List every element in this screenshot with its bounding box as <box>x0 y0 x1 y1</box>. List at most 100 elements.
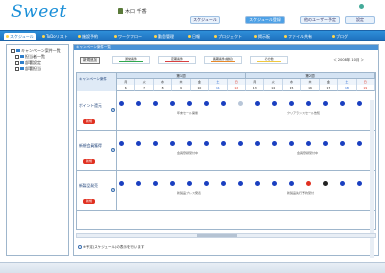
nav-dot-icon <box>114 35 117 38</box>
nav-board[interactable]: 掲示板 <box>252 33 272 40</box>
row-label: ポイント還元 新規 ? <box>77 91 117 130</box>
info-icon[interactable]: ? <box>111 108 115 112</box>
row-name: 新規会員獲得 <box>79 143 102 148</box>
schedule-chip[interactable] <box>221 181 226 186</box>
nav-facility[interactable]: 施設予約 <box>76 33 100 40</box>
schedule-chip[interactable] <box>272 181 277 186</box>
schedule-chip[interactable] <box>340 101 345 106</box>
schedule-chip[interactable] <box>255 141 260 146</box>
nav-dot-icon <box>6 35 9 38</box>
header-tools <box>359 4 379 12</box>
nav-files[interactable]: ファイル共有 <box>282 33 314 40</box>
schedule-chip[interactable] <box>238 181 243 186</box>
schedule-chip[interactable] <box>153 181 158 186</box>
nav-report[interactable]: 日報 <box>186 33 202 40</box>
event-text: 会員登録受付中 <box>297 151 319 155</box>
scroll-thumb[interactable] <box>197 234 237 237</box>
schedule-chip[interactable] <box>255 181 260 186</box>
schedule-chip[interactable] <box>153 141 158 146</box>
legend-regular: 定期案件 <box>158 56 196 64</box>
schedule-chip[interactable] <box>187 141 192 146</box>
status-badge: 新規 <box>83 199 95 204</box>
folder-icon <box>20 55 24 58</box>
schedule-chip[interactable] <box>323 101 328 106</box>
schedule-chip[interactable] <box>238 101 243 106</box>
schedule-chip[interactable] <box>306 101 311 106</box>
expand-icon[interactable] <box>15 54 19 59</box>
schedule-chip[interactable] <box>289 101 294 106</box>
event-text: 新製品プレス発表 <box>177 191 202 195</box>
schedule-chip[interactable] <box>136 181 141 186</box>
schedule-chip[interactable] <box>119 101 124 106</box>
schedule-chip[interactable] <box>272 141 277 146</box>
radio-icon[interactable] <box>78 245 82 249</box>
schedule-chip[interactable] <box>289 181 294 186</box>
nav-dot-icon <box>78 35 81 38</box>
expand-icon[interactable] <box>15 66 19 71</box>
schedule-chip[interactable] <box>306 181 311 186</box>
schedule-chip[interactable] <box>340 181 345 186</box>
nav-workflow[interactable]: ワークフロー <box>112 33 144 40</box>
tree-item-dept-staff[interactable]: 部署担当 <box>15 66 41 72</box>
schedule-chip[interactable] <box>221 101 226 106</box>
table-row[interactable]: 新規会員獲得 新規 ? 会員登録受付中 会員登録受付中 <box>77 131 375 171</box>
row-label: 新規会員獲得 新規 ? <box>77 131 117 170</box>
schedule-chip[interactable] <box>272 101 277 106</box>
schedule-chip[interactable] <box>357 141 362 146</box>
top-button-register[interactable]: スケジュール登録 <box>245 16 285 24</box>
current-user: 木口 千香 <box>118 8 147 15</box>
schedule-chip[interactable] <box>255 101 260 106</box>
schedule-chip[interactable] <box>221 141 226 146</box>
schedule-chip[interactable] <box>170 181 175 186</box>
schedule-chip[interactable] <box>170 101 175 106</box>
schedule-chip[interactable] <box>136 101 141 106</box>
expand-icon[interactable] <box>15 60 19 65</box>
schedule-chip[interactable] <box>357 181 362 186</box>
schedule-chip[interactable] <box>153 101 158 106</box>
schedule-chip[interactable] <box>119 141 124 146</box>
expand-icon[interactable] <box>11 48 15 53</box>
schedule-chip[interactable] <box>306 141 311 146</box>
nav-dot-icon <box>254 35 257 38</box>
nav-blog[interactable]: ブログ <box>330 33 350 40</box>
info-icon[interactable]: ? <box>111 148 115 152</box>
nav-project[interactable]: プロジェクト <box>212 33 244 40</box>
row-name: ポイント還元 <box>79 103 102 108</box>
user-icon <box>118 8 123 14</box>
schedule-chip[interactable] <box>187 101 192 106</box>
schedule-chip[interactable] <box>204 181 209 186</box>
schedule-chip[interactable] <box>170 141 175 146</box>
table-row[interactable]: ポイント還元 新規 ? 年末セール開催 クリアランスセール告知 <box>77 91 375 131</box>
schedule-chip[interactable] <box>204 101 209 106</box>
schedule-chip[interactable] <box>119 181 124 186</box>
nav-todo[interactable]: ToDoリスト <box>40 33 70 40</box>
schedule-chip[interactable] <box>323 181 328 186</box>
schedule-chip[interactable] <box>323 141 328 146</box>
top-button-others[interactable]: 他のユーザー予定 <box>300 16 340 24</box>
status-badge: 新規 <box>83 159 95 164</box>
table-row[interactable]: 新製品発売 新規 ? 新製品プレス発表 新製品先行予約受付 <box>77 171 375 211</box>
top-button-settings[interactable]: 設定 <box>345 16 375 24</box>
folder-icon <box>20 67 24 70</box>
nav-attendance[interactable]: 勤怠管理 <box>152 33 176 40</box>
schedule-chip[interactable] <box>357 101 362 106</box>
schedule-chip[interactable] <box>187 181 192 186</box>
legend-swatch <box>257 60 281 62</box>
month-navigator[interactable]: ＜ 2008年 10月 ＞ <box>333 58 364 63</box>
chip-strip <box>119 181 375 186</box>
schedule-chip[interactable] <box>136 141 141 146</box>
schedule-chip[interactable] <box>289 141 294 146</box>
schedule-chip[interactable] <box>238 141 243 146</box>
legend-long: 長期案件(継続) <box>204 56 242 64</box>
info-icon[interactable]: ? <box>111 188 115 192</box>
status-icon <box>359 4 364 9</box>
horizontal-scrollbar[interactable] <box>76 233 376 238</box>
event-text: 会員登録受付中 <box>177 151 199 155</box>
schedule-chip[interactable] <box>204 141 209 146</box>
top-button-schedule[interactable]: スケジュール <box>190 16 220 24</box>
schedule-chip[interactable] <box>340 141 345 146</box>
event-text: 年末セール開催 <box>177 111 199 115</box>
new-button[interactable]: 新規追加 <box>80 57 100 64</box>
event-text: クリアランスセール告知 <box>287 111 320 115</box>
nav-schedule[interactable]: スケジュール <box>4 33 36 40</box>
